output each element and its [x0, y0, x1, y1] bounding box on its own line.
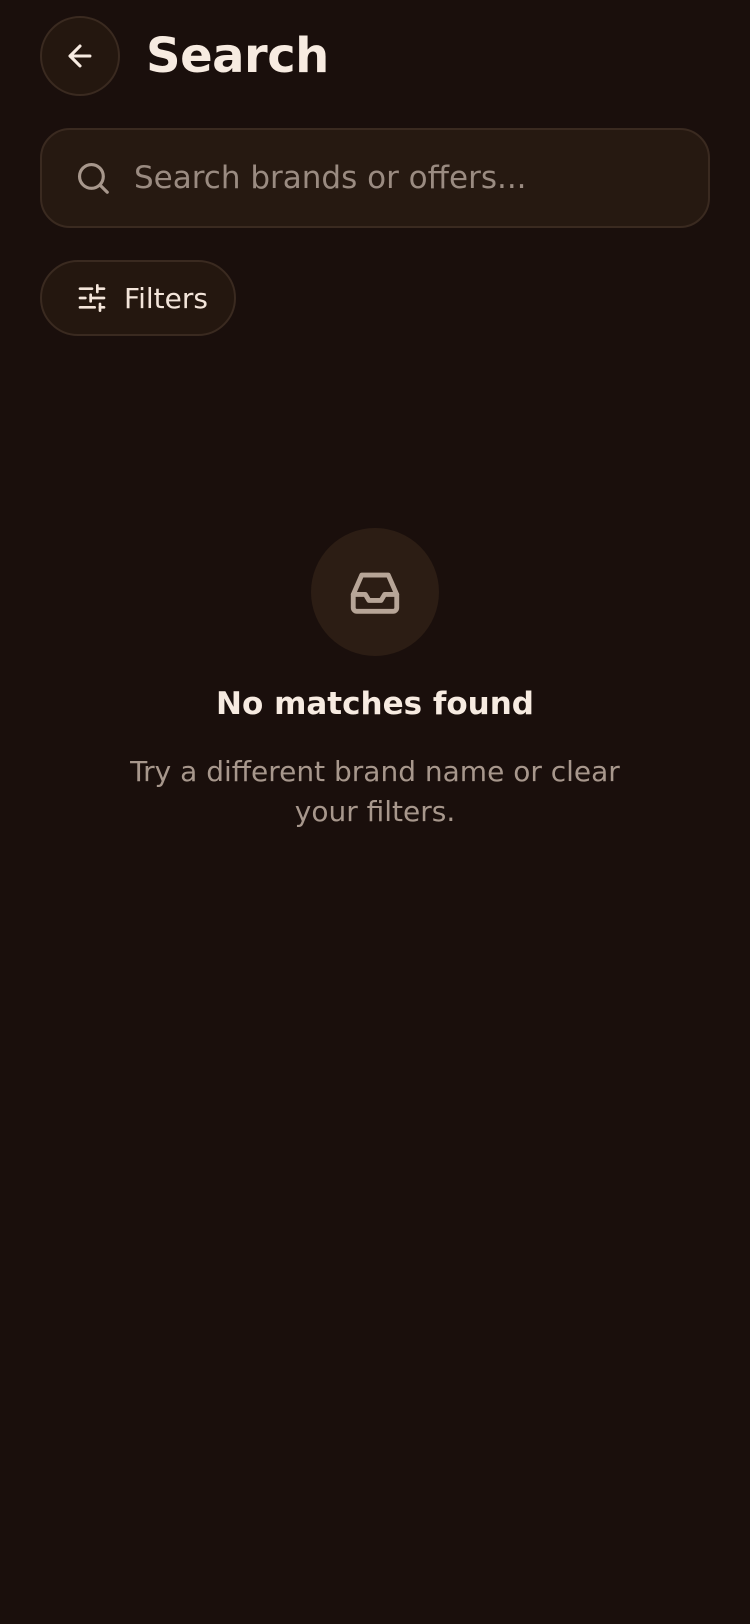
filters-button[interactable]: Filters — [40, 260, 236, 336]
filters-label: Filters — [124, 281, 208, 315]
search-icon — [77, 162, 109, 194]
search-screen: Search Filters No matches found Try a di… — [0, 0, 750, 1624]
back-button[interactable] — [40, 16, 120, 96]
sliders-icon — [78, 284, 106, 312]
inbox-icon — [350, 572, 400, 614]
header: Search — [40, 16, 329, 96]
page-title: Search — [146, 28, 329, 84]
empty-icon-container — [311, 528, 439, 656]
empty-state-message: Try a different brand name or clear your… — [130, 755, 620, 828]
search-box[interactable] — [40, 128, 710, 228]
arrow-left-icon — [68, 44, 92, 68]
search-input[interactable] — [134, 148, 708, 208]
empty-state: No matches found Try a different brand n… — [0, 528, 750, 832]
empty-state-title: No matches found — [216, 686, 534, 722]
